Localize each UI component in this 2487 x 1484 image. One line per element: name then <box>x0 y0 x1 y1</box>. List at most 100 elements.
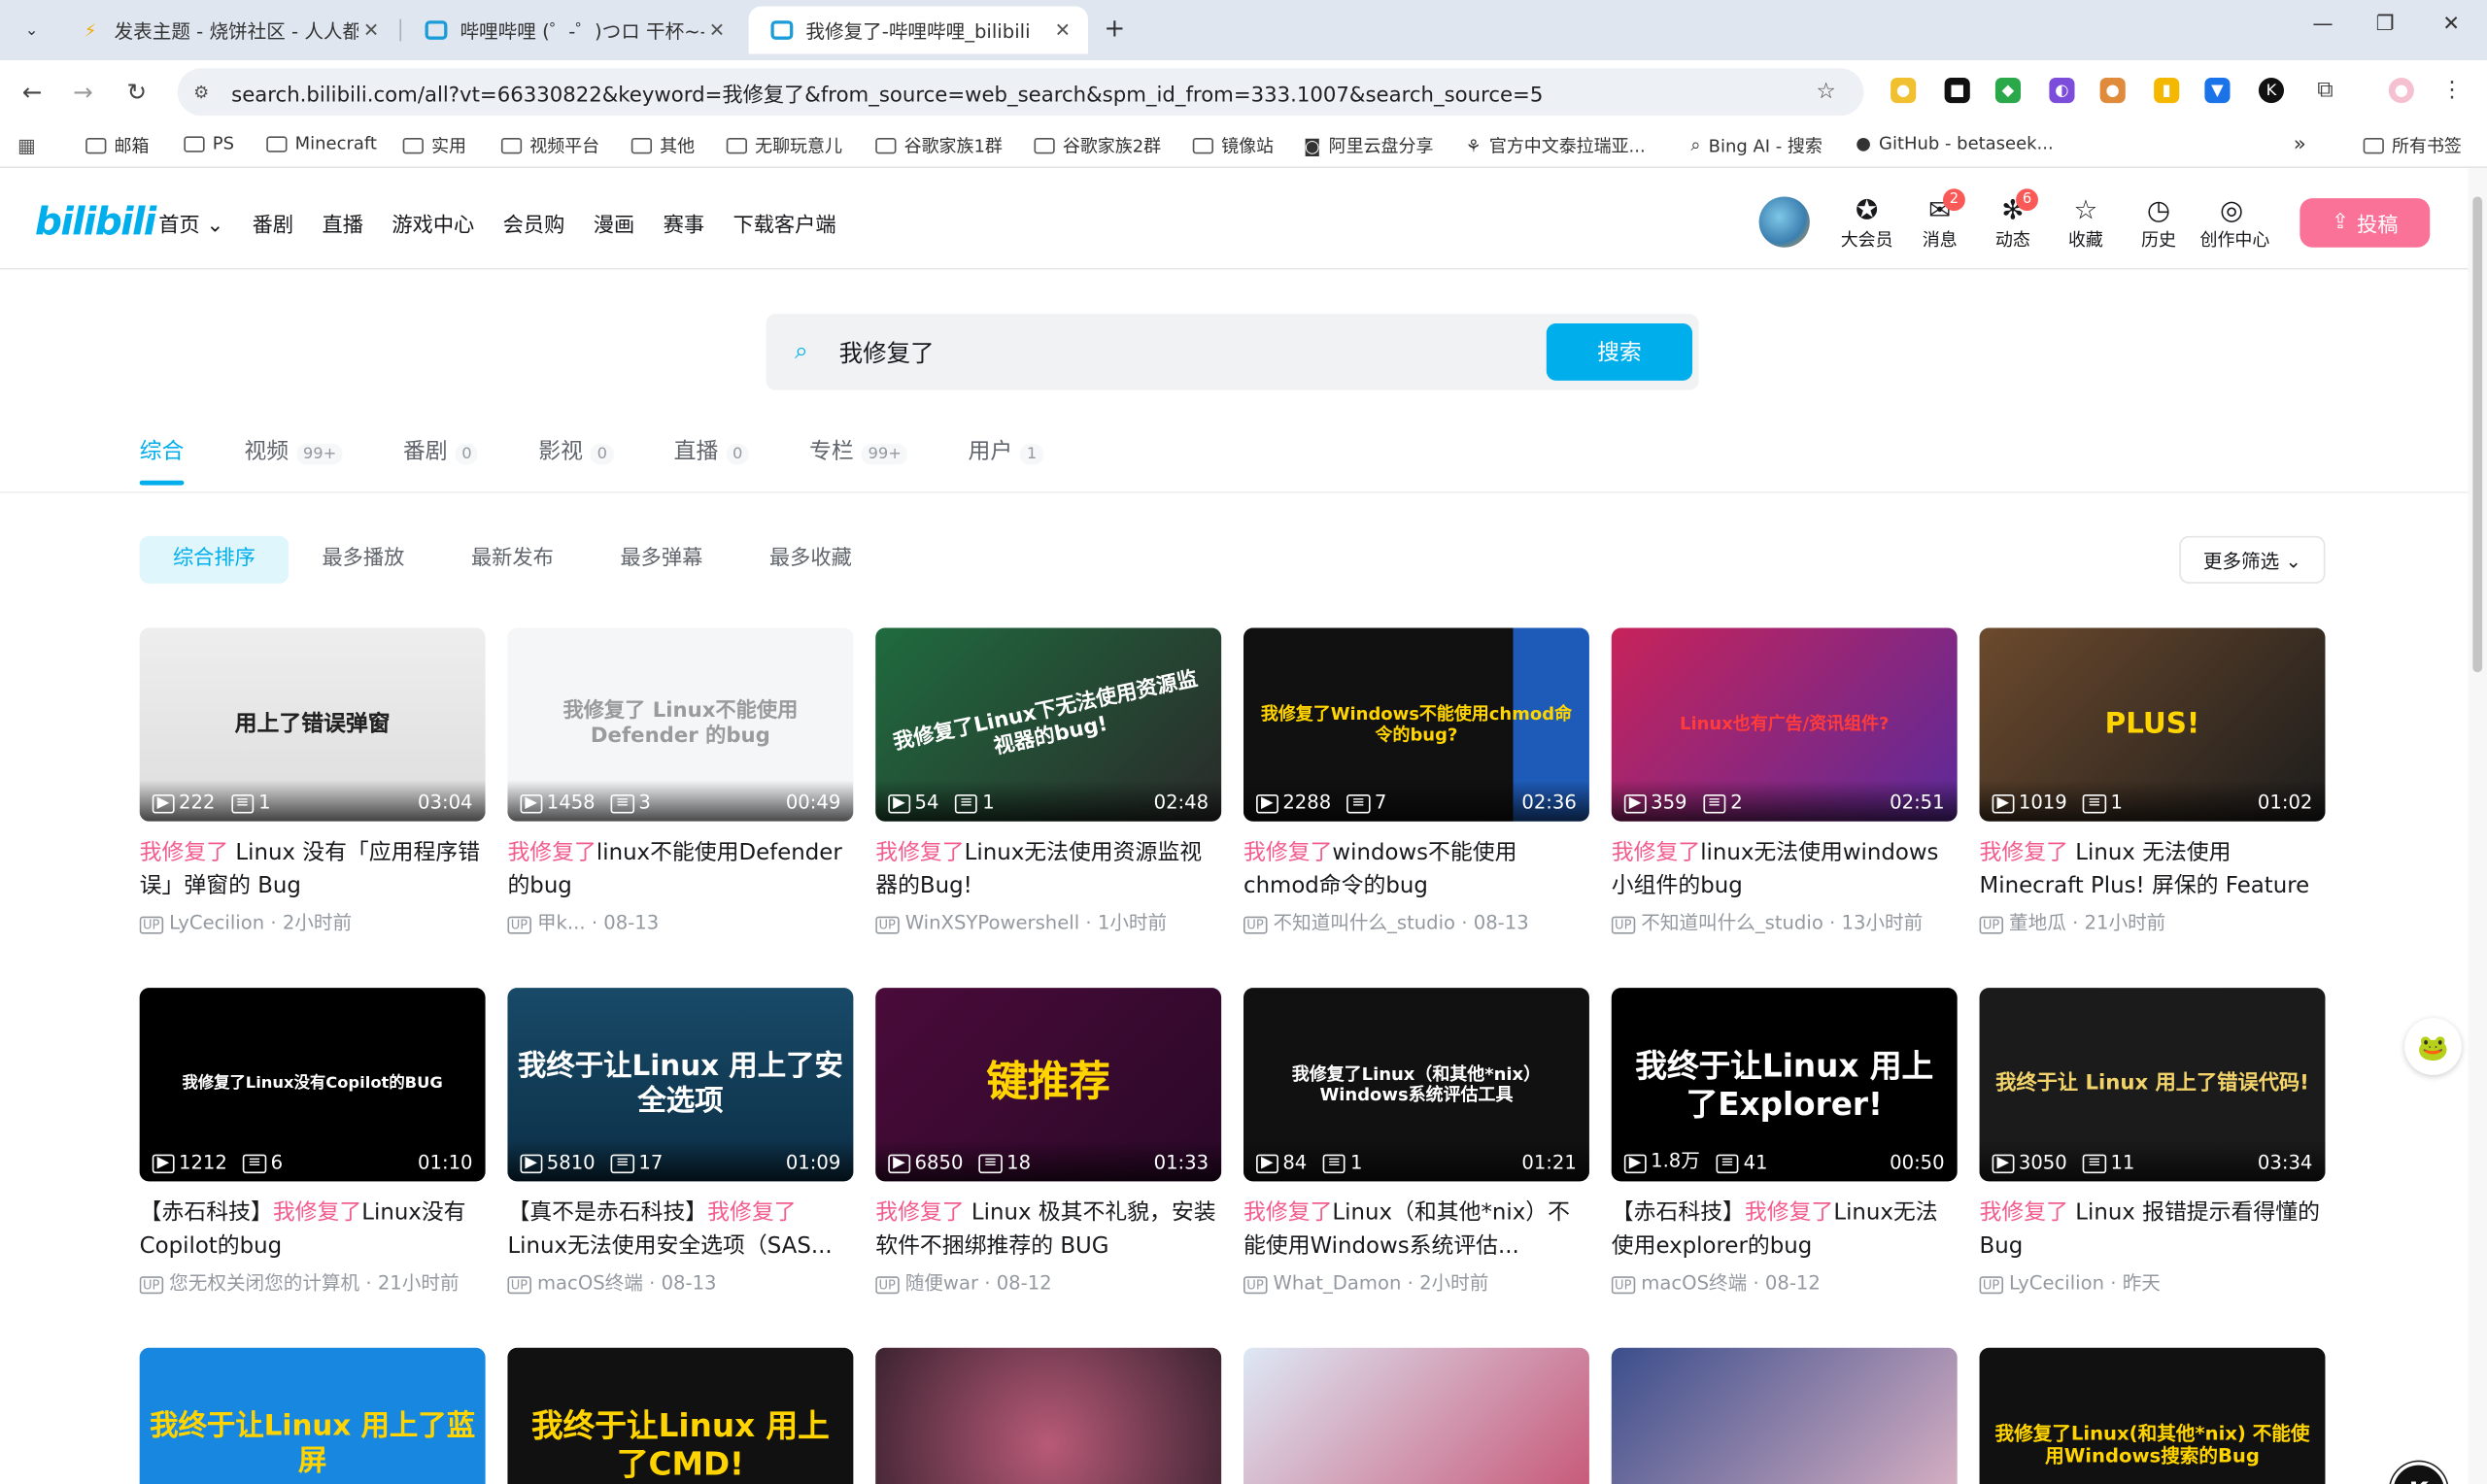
video-card[interactable]: 我修复了Linux（和其他*nix） Windows系统评估工具 ▶ 84 ≡ 1 01:… <box>1243 988 1589 1296</box>
video-card[interactable]: 我修复了Linux没有Copilot的BUG ▶ 1212 ≡ 6 01:10 【赤石科技】… <box>139 988 486 1296</box>
video-title[interactable]: 我修复了Linux（和其他*nix）不能使用Windows系统评估... <box>1244 1197 1589 1265</box>
uploader-name[interactable]: 甲k... <box>537 912 586 934</box>
nav-item[interactable]: 首页 ⌄ <box>158 208 223 237</box>
video-card[interactable]: 我修复了Linux下无法使用资源监视器的bug! ▶ 54 ≡ 1 02:48 我修复了Li… <box>875 627 1222 936</box>
tab-3[interactable]: 影视 0 <box>538 434 614 466</box>
header-message-button[interactable]: ✉ 2 消息 <box>1908 188 1971 253</box>
extensions-puzzle-icon[interactable]: ⧉ <box>2312 78 2337 103</box>
extension-icon[interactable]: ◐ <box>2049 77 2075 104</box>
video-title[interactable]: 【赤石科技】我修复了Linux没有Copilot的bug <box>140 1197 486 1265</box>
bookmark-item[interactable]: 视频平台 <box>500 133 599 158</box>
video-card[interactable] <box>1243 1347 1589 1484</box>
uploader-name[interactable]: LyCecilion <box>169 912 264 934</box>
new-tab-button[interactable]: + <box>1104 13 1125 43</box>
video-card[interactable]: 我终于让Linux 用上了蓝屏 <box>139 1347 486 1484</box>
video-thumbnail[interactable]: 我修复了 Linux不能使用Defender 的bug ▶ 1458 ≡ 3 00:49 <box>507 627 854 822</box>
header-favorite-button[interactable]: ☆ 收藏 <box>2054 195 2117 253</box>
extension-icon[interactable]: ▮ <box>2154 77 2180 104</box>
site-info-icon[interactable]: ⚙ <box>193 82 209 102</box>
nav-item[interactable]: 游戏中心 <box>392 208 474 237</box>
bilibili-logo[interactable]: bilibili <box>35 200 156 245</box>
video-card[interactable]: 键推荐 ▶ 6850 ≡ 18 01:33 我修复了 Linux 极其不礼貌，安装软件不捆绑… <box>875 988 1222 1296</box>
video-thumbnail[interactable]: PLUS! ▶ 1019 ≡ 1 01:02 <box>1979 627 2326 822</box>
sort-option[interactable]: 最新发布 <box>438 536 587 584</box>
video-title[interactable]: 我修复了 Linux 报错提示看得懂的 Bug <box>1980 1197 2326 1265</box>
extension-icon[interactable]: ■ <box>1944 77 1970 104</box>
close-tab-icon[interactable]: ✕ <box>704 19 730 42</box>
header-history-button[interactable]: ◷ 历史 <box>2127 195 2190 253</box>
video-thumbnail[interactable]: 我终于让Linux 用上了Explorer! ▶ 1.8万 ≡ 41 00:50 <box>1611 988 1958 1182</box>
bookmark-item[interactable]: PS <box>184 133 234 153</box>
video-thumbnail[interactable]: 我终于让 Linux 用上了错误代码! ▶ 3050 ≡ 11 03:34 <box>1979 988 2326 1182</box>
uploader-name[interactable]: WinXSYPowershell <box>905 912 1079 934</box>
avatar[interactable] <box>1758 196 1810 248</box>
bookmark-item[interactable]: 谷歌家族2群 <box>1034 133 1161 158</box>
sort-option[interactable]: 最多收藏 <box>736 536 885 584</box>
menu-dots-icon[interactable]: ⋮ <box>2439 78 2465 103</box>
tab-search-icon[interactable]: ⌄ <box>16 15 48 47</box>
video-card[interactable]: 我修复了 Linux不能使用Defender 的bug ▶ 1458 ≡ 3 00:49 我… <box>507 627 854 936</box>
browser-tab-active[interactable]: 我修复了-哔哩哔哩_bilibili ✕ <box>748 6 1088 54</box>
bookmark-item[interactable]: ● GitHub - betaseek... <box>1856 133 2053 153</box>
uploader-name[interactable]: macOS终端 <box>1641 1271 1747 1294</box>
search-input[interactable] <box>838 329 1506 375</box>
more-bookmarks-icon[interactable]: » <box>2294 133 2306 156</box>
frog-helper-icon[interactable]: 🐸 <box>2404 1018 2462 1075</box>
video-thumbnail[interactable]: 用上了错误弹窗 ▶ 222 ≡ 1 03:04 <box>139 627 486 822</box>
video-card[interactable]: PLUS! ▶ 1019 ≡ 1 01:02 我修复了 Linux 无法使用 Minecra… <box>1979 627 2326 936</box>
sort-option[interactable]: 最多播放 <box>289 536 437 584</box>
tab-2[interactable]: 番剧 0 <box>403 434 479 466</box>
uploader-name[interactable]: What_Damon <box>1274 1271 1402 1294</box>
video-title[interactable]: 我修复了 Linux 极其不礼貌，安装软件不捆绑推荐的 BUG <box>875 1197 1221 1265</box>
tab-4[interactable]: 直播 0 <box>674 434 749 466</box>
video-card[interactable]: 我终于让 Linux 用上了错误代码! ▶ 3050 ≡ 11 03:34 我修复了 Lin… <box>1979 988 2326 1296</box>
video-title[interactable]: 我修复了 Linux 无法使用 Minecraft Plus! 屏保的 Feat… <box>1980 837 2326 904</box>
uploader-name[interactable]: 您无权关闭您的计算机 <box>169 1271 359 1294</box>
tab-1[interactable]: 视频 99+ <box>244 434 343 466</box>
video-thumbnail[interactable]: 我修复了Linux下无法使用资源监视器的bug! ▶ 54 ≡ 1 02:48 <box>875 627 1222 822</box>
video-title[interactable]: 我修复了 Linux 没有「应用程序错误」弹窗的 Bug <box>140 837 486 904</box>
extension-icon[interactable]: ● <box>1891 77 1917 104</box>
header-dynamic-button[interactable]: ✻ 6 动态 <box>1981 188 2044 253</box>
bookmark-item[interactable]: ⌕ Bing AI - 搜索 <box>1690 133 1822 158</box>
video-card[interactable]: 我终于让Linux 用上了Explorer! ▶ 1.8万 ≡ 41 00:50 【赤石科技… <box>1611 988 1958 1296</box>
nav-item[interactable]: 直播 <box>323 208 363 237</box>
close-window-icon[interactable]: ✕ <box>2442 13 2460 36</box>
more-filter-button[interactable]: 更多筛选 ⌄ <box>2179 535 2326 584</box>
bookmark-item[interactable]: 镜像站 <box>1192 133 1274 158</box>
video-thumbnail[interactable]: 我修复了Linux没有Copilot的BUG ▶ 1212 ≡ 6 01:10 <box>139 988 486 1182</box>
video-thumbnail[interactable]: 我终于让Linux 用上了CMD! <box>507 1347 854 1484</box>
sort-option[interactable]: 综合排序 <box>139 535 290 584</box>
video-card[interactable]: 我修复了Linux(和其他*nix) 不能使用Windows搜索的Bug <box>1979 1347 2326 1484</box>
video-thumbnail[interactable]: 我修复了Linux(和其他*nix) 不能使用Windows搜索的Bug <box>1979 1347 2326 1484</box>
tab-5[interactable]: 专栏 99+ <box>809 434 908 466</box>
video-thumbnail[interactable]: 我终于让Linux 用上了安全选项 ▶ 5810 ≡ 17 01:09 <box>507 988 854 1182</box>
video-title[interactable]: 【真不是赤石科技】我修复了Linux无法使用安全选项（SAS... <box>507 1197 853 1265</box>
uploader-name[interactable]: 随便war <box>905 1271 978 1294</box>
video-card[interactable]: 我终于让Linux 用上了安全选项 ▶ 5810 ≡ 17 01:09 【真不是赤石科技】我… <box>507 988 854 1296</box>
back-icon[interactable]: ← <box>22 78 43 106</box>
browser-tab[interactable]: ⚡ 发表主题 - 烧饼社区 - 人人都有 ✕ <box>57 7 396 54</box>
uploader-name[interactable]: macOS终端 <box>537 1271 643 1294</box>
nav-item[interactable]: 赛事 <box>664 208 704 237</box>
video-thumbnail[interactable]: 我终于让Linux 用上了蓝屏 <box>139 1347 486 1484</box>
bookmark-item[interactable]: 其他 <box>630 133 695 158</box>
minimize-icon[interactable]: — <box>2312 13 2333 36</box>
video-title[interactable]: 我修复了linux不能使用Defender的bug <box>507 837 853 904</box>
video-card[interactable]: Linux也有广告/资讯组件? ▶ 359 ≡ 2 02:51 我修复了linux无法使用w… <box>1611 627 1958 936</box>
extension-icon[interactable]: ● <box>2099 77 2126 104</box>
video-thumbnail[interactable] <box>1611 1347 1958 1484</box>
video-thumbnail[interactable] <box>1243 1347 1589 1484</box>
uploader-name[interactable]: LyCecilion <box>2009 1271 2104 1294</box>
close-tab-icon[interactable]: ✕ <box>1050 19 1075 42</box>
address-bar[interactable]: ⚙ search.bilibili.com/all?vt=66330822&ke… <box>177 68 1864 117</box>
restore-icon[interactable]: ❐ <box>2376 13 2395 36</box>
nav-item[interactable]: 下载客户端 <box>732 208 835 237</box>
tab-6[interactable]: 用户 1 <box>968 434 1043 466</box>
video-title[interactable]: 【赤石科技】我修复了Linux无法使用explorer的bug <box>1612 1197 1958 1265</box>
video-thumbnail[interactable]: 我修复了Windows不能使用chmod命令的bug? ▶ 2288 ≡ 7 02:36 <box>1243 627 1589 822</box>
scrollbar[interactable] <box>2468 168 2487 1484</box>
k-extension-float-icon[interactable]: K <box>2390 1462 2448 1484</box>
bookmark-item[interactable]: ⚘ 官方中文泰拉瑞亚... <box>1466 133 1646 158</box>
video-card[interactable] <box>1611 1347 1958 1484</box>
